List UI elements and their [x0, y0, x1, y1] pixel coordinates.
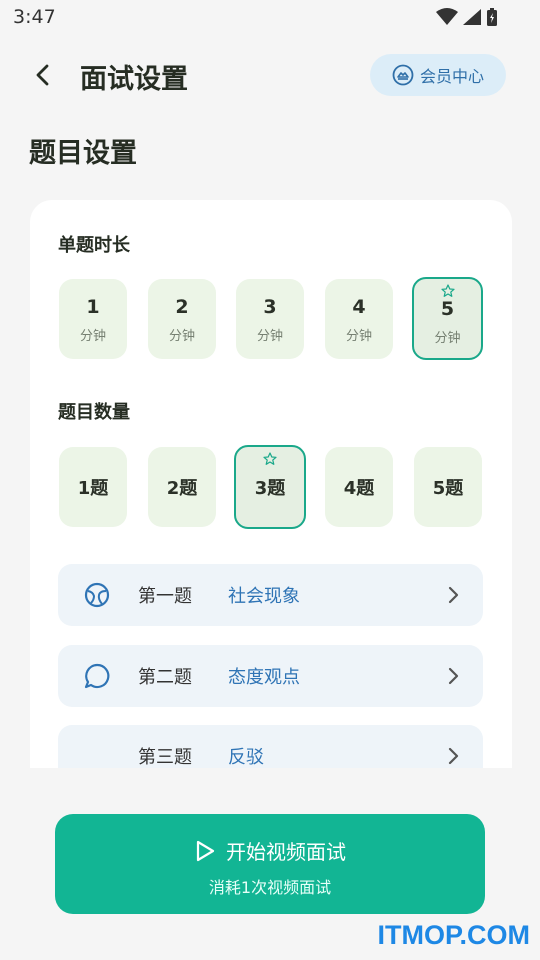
- battery-icon: [487, 8, 497, 26]
- count-label: 题目数量: [58, 402, 130, 423]
- count-option-4[interactable]: 4题: [325, 447, 393, 527]
- chevron-right-icon: [448, 667, 459, 685]
- section-title: 题目设置: [29, 138, 137, 169]
- start-interview-button[interactable]: 开始视频面试 消耗1次视频面试: [55, 814, 485, 914]
- question-number: 第一题: [138, 586, 192, 607]
- count-option-5[interactable]: 5题: [414, 447, 482, 527]
- duration-value: 5: [440, 298, 455, 320]
- question-row-2[interactable]: 第二题 态度观点: [58, 645, 483, 707]
- duration-value: 4: [352, 295, 366, 318]
- count-option-3[interactable]: 3题: [234, 445, 306, 529]
- question-number: 第二题: [138, 667, 192, 688]
- status-icons: [436, 7, 498, 27]
- question-row-1[interactable]: 第一题 社会现象: [58, 564, 483, 626]
- duration-option-3[interactable]: 3 分钟: [236, 279, 304, 359]
- duration-unit: 分钟: [256, 328, 283, 344]
- count-value: 5题: [432, 478, 464, 499]
- duration-value: 1: [86, 295, 100, 318]
- page-title: 面试设置: [80, 64, 188, 95]
- status-time: 3:47: [13, 6, 56, 28]
- question-type: 社会现象: [228, 586, 300, 607]
- duration-label: 单题时长: [58, 235, 130, 256]
- duration-option-4[interactable]: 4 分钟: [325, 279, 393, 359]
- duration-unit: 分钟: [79, 328, 106, 344]
- status-bar: 3:47: [0, 0, 540, 36]
- start-label: 开始视频面试: [226, 840, 346, 864]
- star-icon: [263, 452, 277, 465]
- question-type: 态度观点: [228, 667, 300, 688]
- member-center-label: 会员中心: [419, 67, 484, 86]
- question-type: 反驳: [228, 747, 264, 768]
- count-option-2[interactable]: 2题: [148, 447, 216, 527]
- duration-value: 3: [263, 295, 277, 318]
- question-number: 第三题: [138, 747, 192, 768]
- wifi-icon: [436, 8, 458, 25]
- member-center-button[interactable]: 会员中心: [370, 54, 506, 96]
- duration-unit: 分钟: [168, 328, 195, 344]
- signal-icon: [463, 9, 481, 25]
- duration-value: 2: [175, 295, 189, 318]
- question-row-3[interactable]: 第三题 反驳: [58, 725, 483, 768]
- play-icon: [196, 840, 215, 861]
- start-sublabel: 消耗1次视频面试: [208, 878, 332, 897]
- count-value: 3题: [254, 478, 286, 499]
- globe-icon: [84, 582, 110, 608]
- settings-card: 单题时长 1 分钟 2 分钟 3 分钟 4 分钟 5 分钟 题目数量 1题 2题…: [30, 200, 512, 768]
- duration-option-5[interactable]: 5 分钟: [412, 277, 483, 360]
- duration-option-1[interactable]: 1 分钟: [59, 279, 127, 359]
- member-icon: [392, 64, 414, 86]
- count-value: 1题: [77, 478, 109, 499]
- duration-unit: 分钟: [434, 331, 461, 346]
- start-main: 开始视频面试: [55, 836, 485, 865]
- back-button[interactable]: [28, 60, 58, 90]
- duration-option-2[interactable]: 2 分钟: [148, 279, 216, 359]
- star-icon: [440, 284, 455, 297]
- speech-bubble-icon: [84, 663, 110, 689]
- count-option-1[interactable]: 1题: [59, 447, 127, 527]
- duration-unit: 分钟: [345, 328, 372, 344]
- chevron-right-icon: [448, 586, 459, 604]
- watermark: ITMOP.COM: [377, 920, 530, 950]
- count-value: 4题: [343, 478, 375, 499]
- chevron-left-icon: [36, 64, 49, 86]
- chevron-right-icon: [448, 747, 459, 765]
- count-value: 2题: [166, 478, 198, 499]
